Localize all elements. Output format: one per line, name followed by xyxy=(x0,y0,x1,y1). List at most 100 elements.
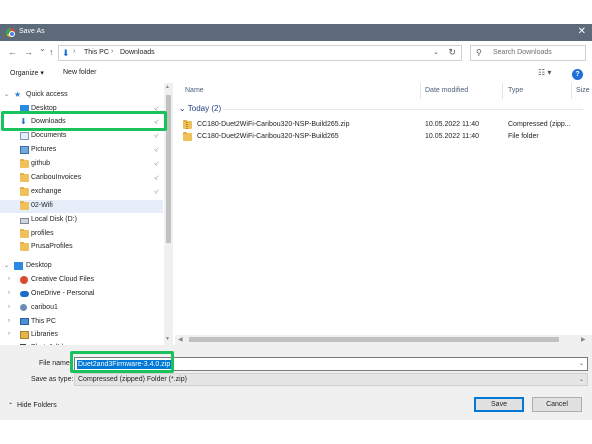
sidebar-item-prusaprofiles[interactable]: PrusaProfiles xyxy=(0,241,163,254)
sidebar-item-02-wifi[interactable]: 02-Wifi xyxy=(0,200,163,213)
chevron-right-icon[interactable]: › xyxy=(8,290,10,296)
folder-icon xyxy=(20,201,29,210)
sidebar-item-label: OneDrive - Personal xyxy=(31,290,95,297)
document-icon xyxy=(20,132,29,140)
column-separator xyxy=(571,83,572,99)
file-date: 10.05.2022 11:40 xyxy=(425,133,479,140)
scrollbar-thumb[interactable] xyxy=(189,337,559,342)
sidebar-item-label: Pictures xyxy=(31,146,57,153)
sidebar-item-label: Quick access xyxy=(26,91,68,98)
file-row[interactable]: CC180-Duet2WiFi-Caribou320-NSP-Build265.… xyxy=(183,119,583,131)
savetype-value: Compressed (zipped) Folder (*.zip) xyxy=(78,376,187,383)
help-icon[interactable]: ? xyxy=(572,69,583,80)
command-toolbar: Organize ▾ New folder ☷ ▾ ? xyxy=(0,65,592,83)
scroll-left-icon[interactable]: ◀ xyxy=(178,336,183,343)
chevron-down-icon[interactable]: ⌄ xyxy=(433,48,439,56)
creative-cloud-icon xyxy=(20,276,28,284)
folder-icon xyxy=(20,229,29,238)
chevron-right-icon[interactable]: › xyxy=(8,318,10,324)
folder-icon xyxy=(183,132,192,141)
sidebar-item-documents[interactable]: Documents ⊥ xyxy=(0,130,163,143)
scroll-down-icon[interactable]: ▼ xyxy=(165,336,170,342)
file-type: File folder xyxy=(508,133,539,140)
hide-folders-label: Hide Folders xyxy=(17,402,57,409)
column-header-size[interactable]: Size xyxy=(576,87,590,94)
scroll-right-icon[interactable]: ▶ xyxy=(581,336,586,343)
file-name: CC180-Duet2WiFi-Caribou320-NSP-Build265.… xyxy=(197,121,350,128)
sidebar-item-libraries[interactable]: › Libraries xyxy=(0,329,163,342)
chevron-right-icon[interactable]: › xyxy=(8,331,10,337)
sidebar-item-label: Creative Cloud Files xyxy=(31,276,95,283)
chevron-right-icon[interactable]: › xyxy=(8,276,10,282)
save-button[interactable]: Save xyxy=(474,397,524,412)
search-placeholder: Search Downloads xyxy=(493,49,552,56)
file-row[interactable]: CC180-Duet2WiFi-Caribou320-NSP-Build265 … xyxy=(183,131,583,143)
column-header-date-modified[interactable]: Date modified xyxy=(425,87,468,94)
horizontal-scrollbar[interactable]: ◀ ▶ xyxy=(175,335,592,345)
breadcrumb-separator: › xyxy=(111,48,114,55)
chevron-up-icon: ⌃ xyxy=(8,403,14,409)
downloads-arrow-icon: ⬇ xyxy=(62,48,70,58)
view-options-icon[interactable]: ☷ ▾ xyxy=(538,68,551,77)
column-separator xyxy=(420,83,421,99)
chevron-down-icon[interactable]: ⌄ xyxy=(4,262,9,269)
sidebar-item-label: caribou1 xyxy=(31,304,58,311)
close-icon[interactable]: ✕ xyxy=(578,26,586,37)
scroll-up-icon[interactable]: ▲ xyxy=(165,84,170,90)
address-row: ← → ⌄ ↑ ⬇ › This PC › Downloads ⌄ ↻ ⚲ Se… xyxy=(0,41,592,65)
back-arrow-icon[interactable]: ← xyxy=(8,47,17,57)
sidebar-item-this-pc[interactable]: › This PC xyxy=(0,316,163,329)
chevron-down-icon[interactable]: ⌄ xyxy=(579,360,584,367)
sidebar-item-desktop[interactable]: ⌄ Desktop xyxy=(0,260,163,273)
save-as-type-select[interactable]: Compressed (zipped) Folder (*.zip) ⌄ xyxy=(74,373,588,386)
group-label: Today (2) xyxy=(187,104,222,113)
sidebar-item-local-disk-d[interactable]: Local Disk (D:) xyxy=(0,214,163,227)
sidebar-item-quick-access[interactable]: ⌄ ★ Quick access xyxy=(0,89,163,102)
forward-arrow-icon[interactable]: → xyxy=(24,47,33,57)
sidebar-item-github[interactable]: github ⊥ xyxy=(0,158,163,171)
search-icon: ⚲ xyxy=(476,48,482,57)
file-name: CC180-Duet2WiFi-Caribou320-NSP-Build265 xyxy=(197,133,339,140)
sidebar-item-label: Local Disk (D:) xyxy=(31,216,77,223)
sidebar-item-creative-cloud-files[interactable]: › Creative Cloud Files xyxy=(0,274,163,287)
column-header-type[interactable]: Type xyxy=(508,87,523,94)
sidebar-item-label: github xyxy=(31,160,51,167)
pin-icon: ⊥ xyxy=(152,131,161,140)
pin-icon: ⊥ xyxy=(152,159,161,168)
sidebar-item-caribouinvoices[interactable]: CaribouInvoices ⊥ xyxy=(0,172,163,185)
title-bar: Save As ✕ xyxy=(0,24,592,41)
sidebar-item-profiles[interactable]: profiles xyxy=(0,228,163,241)
sidebar-item-caribou1[interactable]: › caribou1 xyxy=(0,302,163,315)
file-list: Name Date modified Type Size ⌄ Today (2)… xyxy=(175,83,592,345)
pin-icon: ⊥ xyxy=(152,145,161,154)
file-type: Compressed (zipp... xyxy=(508,121,571,128)
up-arrow-icon[interactable]: ↑ xyxy=(49,47,54,57)
group-header-today[interactable]: ⌄ Today (2) xyxy=(179,104,221,113)
sidebar-item-onedrive-personal[interactable]: › OneDrive - Personal xyxy=(0,288,163,301)
sidebar-item-label: Desktop xyxy=(26,262,52,269)
new-folder-button[interactable]: New folder xyxy=(63,69,96,76)
column-header-name[interactable]: Name xyxy=(185,87,204,94)
breadcrumb-this-pc[interactable]: This PC xyxy=(84,49,109,56)
filename-highlight-box xyxy=(70,351,174,373)
folder-icon xyxy=(20,187,29,196)
address-bar[interactable]: ⬇ › This PC › Downloads ⌄ ↻ xyxy=(58,45,462,61)
desktop-icon xyxy=(14,262,23,270)
organize-button[interactable]: Organize ▾ xyxy=(10,69,44,77)
sidebar-item-label: Documents xyxy=(31,132,67,139)
breadcrumb-downloads[interactable]: Downloads xyxy=(120,49,155,56)
star-icon: ★ xyxy=(14,90,22,99)
recent-locations-chevron-icon[interactable]: ⌄ xyxy=(39,44,46,53)
chevron-down-icon[interactable]: ⌄ xyxy=(4,91,9,98)
filename-label: File name: xyxy=(39,360,72,367)
chevron-right-icon[interactable]: › xyxy=(8,304,10,310)
hide-folders-button[interactable]: ⌃ Hide Folders xyxy=(8,402,57,409)
sidebar-item-pictures[interactable]: Pictures ⊥ xyxy=(0,144,163,157)
sidebar-item-label: profiles xyxy=(31,230,54,237)
cancel-button[interactable]: Cancel xyxy=(532,397,582,412)
refresh-icon[interactable]: ↻ xyxy=(448,47,456,58)
search-input[interactable]: ⚲ Search Downloads xyxy=(470,45,586,61)
sidebar-item-label: PrusaProfiles xyxy=(31,243,73,250)
sidebar-item-exchange[interactable]: exchange ⊥ xyxy=(0,186,163,199)
zip-folder-icon xyxy=(183,120,192,129)
